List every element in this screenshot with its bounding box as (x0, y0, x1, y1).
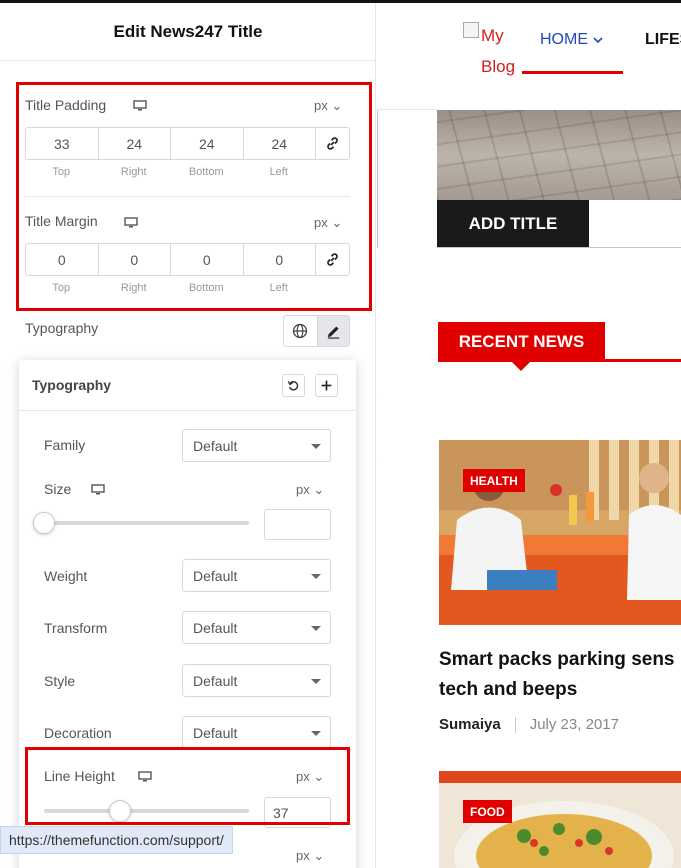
dropdown-caret-icon (311, 731, 321, 736)
popover-header: Typography (19, 360, 356, 411)
size-input[interactable] (264, 509, 331, 540)
post-title[interactable]: Smart packs parking sens tech and beeps (439, 645, 681, 705)
next-unit-select[interactable]: px ⌄ (296, 848, 324, 864)
transform-label: Transform (44, 620, 108, 636)
dropdown-caret-icon (311, 444, 321, 449)
section-outline-bottom (437, 247, 681, 248)
heading-underline (605, 359, 681, 362)
decoration-select[interactable]: Default (182, 716, 331, 749)
reset-icon (287, 381, 299, 391)
size-label: Size (44, 481, 72, 497)
post-title-line2: tech and beeps (439, 679, 578, 700)
desktop-device-icon[interactable] (91, 484, 105, 495)
category-badge-food[interactable]: FOOD (463, 800, 512, 823)
reset-button[interactable] (282, 374, 305, 397)
post-author[interactable]: Sumaiya (439, 716, 501, 733)
post-thumbnail[interactable] (439, 440, 681, 625)
weight-select[interactable]: Default (182, 559, 331, 592)
typography-controls (283, 315, 350, 347)
highlight-box-line-height (25, 747, 350, 825)
add-title-widget[interactable]: ADD TITLE (437, 200, 589, 247)
post-meta: Sumaiya July 23, 2017 (439, 716, 619, 733)
nav-home[interactable]: HOME (540, 31, 603, 49)
panel-title: Edit News247 Title (113, 21, 263, 41)
add-button[interactable] (315, 374, 338, 397)
panel-header: Edit News247 Title (0, 3, 376, 61)
globe-icon (293, 323, 308, 339)
nav-lifestyle[interactable]: LIFES (645, 31, 681, 49)
style-label: Style (44, 673, 76, 689)
edit-typography-button[interactable] (316, 316, 349, 346)
plus-icon (321, 380, 332, 391)
global-typography-button[interactable] (284, 316, 317, 346)
decoration-value: Default (193, 724, 238, 741)
category-badge-health[interactable]: HEALTH (463, 469, 525, 492)
weight-value: Default (193, 567, 238, 584)
family-label: Family (44, 437, 86, 453)
pencil-icon (327, 325, 339, 339)
status-bar-url: https://themefunction.com/support/ (0, 826, 233, 854)
dropdown-caret-icon (311, 626, 321, 631)
family-value: Default (193, 437, 238, 454)
logo-alt-text: My Blog (481, 26, 516, 76)
highlight-box-spacing (16, 82, 372, 311)
site-preview: My Blog HOME LIFES ADD TITLE RECENT NEWS… (377, 3, 681, 868)
decoration-label: Decoration (44, 725, 112, 741)
section-outline (377, 110, 378, 248)
transform-value: Default (193, 619, 238, 636)
dropdown-caret-icon (311, 679, 321, 684)
family-select[interactable]: Default (182, 429, 331, 462)
style-select[interactable]: Default (182, 664, 331, 697)
popover-title: Typography (32, 377, 112, 393)
site-logo[interactable]: My Blog (463, 20, 516, 82)
typography-label: Typography (25, 320, 99, 336)
post-title-line1: Smart packs parking sens (439, 649, 675, 670)
editor-panel: Edit News247 Title Title Padding px ⌄ 33… (0, 0, 376, 868)
size-unit-select[interactable]: px ⌄ (296, 482, 324, 498)
preview-header-left (377, 3, 437, 110)
post-date: July 23, 2017 (529, 716, 619, 733)
heading-notch (512, 362, 530, 371)
hero-image (437, 110, 681, 200)
recent-news-heading: RECENT NEWS (438, 322, 605, 362)
meta-separator (514, 716, 516, 733)
weight-label: Weight (44, 568, 88, 584)
nav-active-indicator (522, 71, 623, 74)
style-value: Default (193, 672, 238, 689)
dropdown-caret-icon (311, 574, 321, 579)
size-slider-handle[interactable] (33, 512, 55, 534)
size-slider[interactable] (33, 512, 249, 534)
transform-select[interactable]: Default (182, 611, 331, 644)
post-photo (439, 440, 681, 625)
chevron-down-icon (593, 36, 603, 43)
nav-home-label: HOME (540, 31, 588, 48)
top-border (0, 0, 681, 3)
